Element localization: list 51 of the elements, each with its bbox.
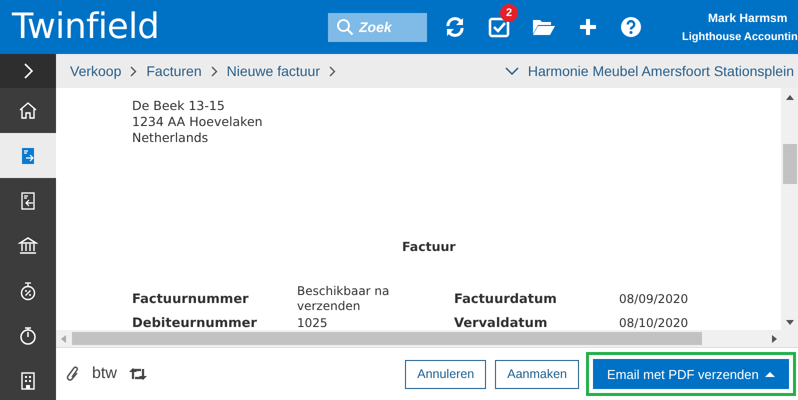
search-field[interactable]: Zoek xyxy=(328,12,427,42)
action-button[interactable]: Aanmaken xyxy=(495,360,579,388)
scroll-up-icon[interactable] xyxy=(786,95,794,100)
search-icon xyxy=(336,18,354,36)
user-name[interactable]: Mark Harmsm xyxy=(708,11,788,25)
vertical-scrollbar[interactable] xyxy=(781,88,798,347)
task-check-icon[interactable] xyxy=(488,16,510,38)
field-label: Debiteurnummer xyxy=(132,316,258,330)
address-line: Netherlands xyxy=(132,130,210,146)
breadcrumb-link[interactable]: Verkoop xyxy=(70,63,122,79)
address-line: 1234 AA Hoevelaken xyxy=(132,114,264,130)
timer-icon xyxy=(18,326,38,346)
horizontal-scrollbar[interactable] xyxy=(56,330,781,347)
folder-icon[interactable] xyxy=(532,17,556,37)
document-title: Factuur xyxy=(402,239,457,254)
scroll-right-icon[interactable] xyxy=(772,334,777,342)
refresh-icon[interactable] xyxy=(444,16,466,38)
help-icon[interactable] xyxy=(620,16,642,38)
breadcrumb-link[interactable]: Facturen xyxy=(146,63,202,79)
scroll-thumb[interactable] xyxy=(782,144,796,184)
action-button[interactable]: Annuleren xyxy=(405,360,486,388)
scroll-thumb[interactable] xyxy=(72,332,702,345)
caret-up-icon[interactable] xyxy=(765,372,775,376)
repeat-icon[interactable] xyxy=(128,367,147,381)
discount-icon xyxy=(18,280,38,300)
field-value: 08/10/2020 xyxy=(619,316,690,330)
scroll-down-icon[interactable] xyxy=(786,320,794,325)
chevron-right-icon xyxy=(130,66,138,76)
notification-badge: 2 xyxy=(500,4,518,22)
field-value: 1025 xyxy=(297,316,329,330)
address-line: De Beek 13-15 xyxy=(132,98,226,114)
bank-icon xyxy=(18,236,38,256)
home-icon xyxy=(18,100,38,120)
company-name[interactable]: Lighthouse Accountin xyxy=(682,31,798,43)
chevron-right-icon xyxy=(210,66,218,76)
field-label: Factuurdatum xyxy=(454,292,558,306)
search-input: Zoek xyxy=(359,19,419,35)
field-value: 08/09/2020 xyxy=(619,292,690,306)
plus-icon[interactable] xyxy=(578,17,598,37)
paperclip-icon[interactable] xyxy=(66,365,80,383)
chevron-down-icon xyxy=(504,67,519,75)
send-email-button[interactable]: Email met PDF verzenden xyxy=(593,359,789,389)
field-value: Beschikbaar na verzenden xyxy=(297,284,390,314)
field-label: Vervaldatum xyxy=(454,316,548,330)
field-label: Factuurnummer xyxy=(132,292,250,306)
administration-selector[interactable]: Harmonie Meubel Amersfoort Stationsplein xyxy=(504,63,794,79)
breadcrumb-link[interactable]: Nieuwe factuur xyxy=(226,63,320,79)
logo: Twinfield xyxy=(12,7,160,47)
sidebar-toggle[interactable] xyxy=(0,54,56,88)
chevron-right-icon xyxy=(329,66,336,76)
vat-button[interactable]: btw xyxy=(92,365,117,383)
